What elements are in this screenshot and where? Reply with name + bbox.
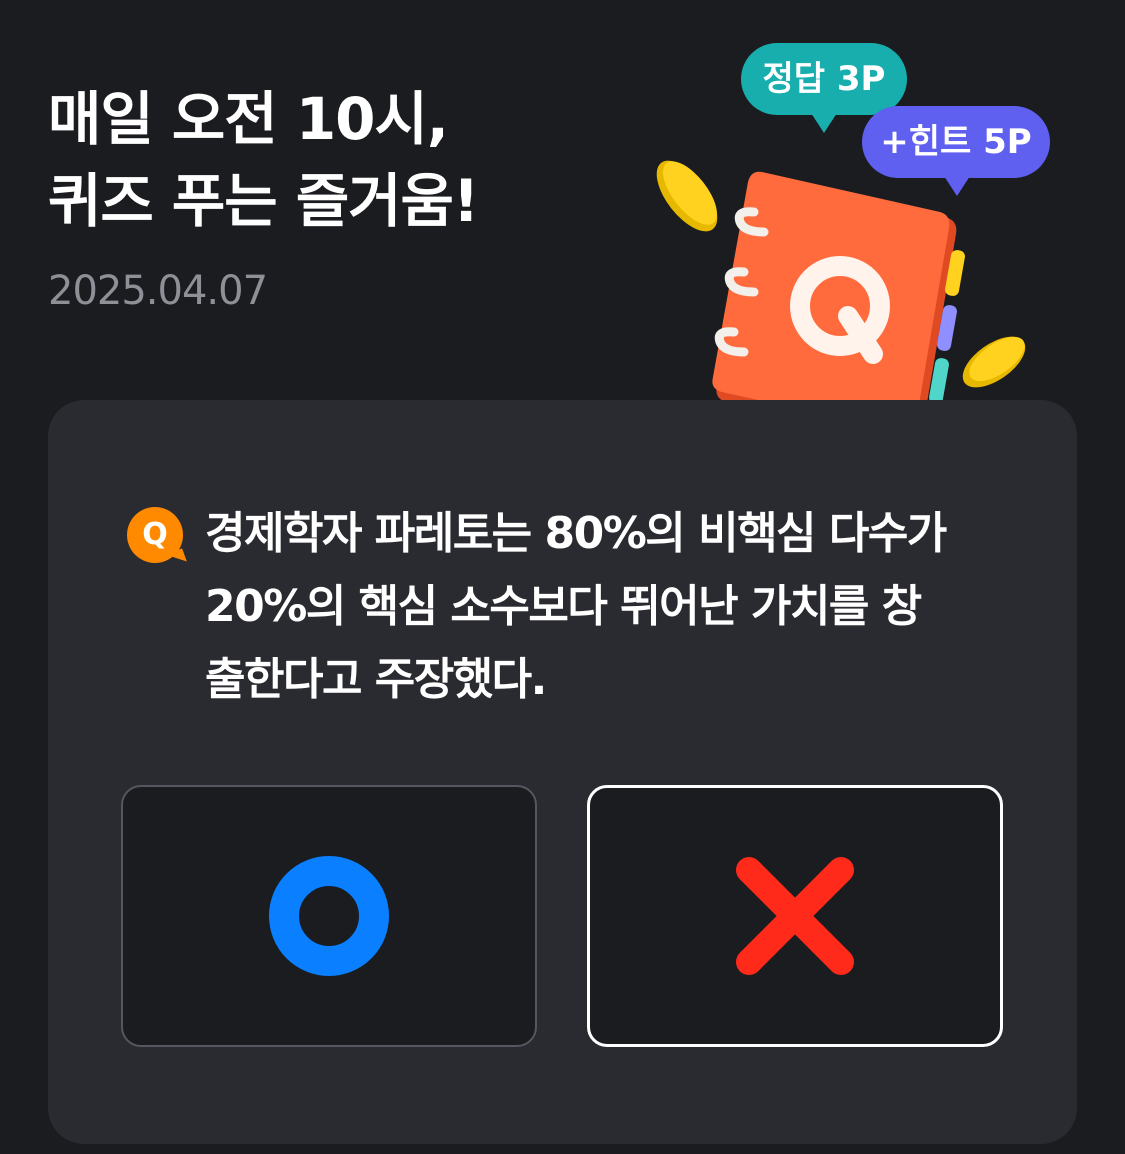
quiz-date: 2025.04.07 — [48, 268, 268, 314]
question-line: 경제학자 파레토는 80%의 비핵심 다수가 — [205, 508, 947, 559]
answer-points-bubble: 정답 3P — [741, 43, 907, 133]
hint-points-bubble: +힌트 5P — [862, 106, 1050, 196]
question-badge-icon: Q — [127, 507, 183, 563]
question-line: 20%의 핵심 소수보다 뛰어난 가치를 창 — [205, 581, 922, 632]
title-line-1: 매일 오전 10시, — [48, 85, 449, 153]
quiz-page: 매일 오전 10시, 퀴즈 푸는 즐거움! 2025.04.07 정답 3P +… — [0, 0, 1125, 1154]
answer-false-button[interactable] — [587, 785, 1003, 1047]
title-line-2: 퀴즈 푸는 즐거움! — [48, 167, 479, 235]
coin-icon — [962, 336, 1026, 388]
x-mark-icon — [736, 857, 854, 975]
answer-true-button[interactable] — [121, 785, 537, 1047]
question-line: 출한다고 주장했다. — [205, 654, 547, 705]
page-title: 매일 오전 10시, 퀴즈 푸는 즐거움! — [48, 78, 479, 242]
circle-o-icon — [269, 856, 389, 976]
coin-icon — [656, 160, 718, 232]
question-text: 경제학자 파레토는 80%의 비핵심 다수가 20%의 핵심 소수보다 뛰어난 … — [205, 497, 1015, 716]
